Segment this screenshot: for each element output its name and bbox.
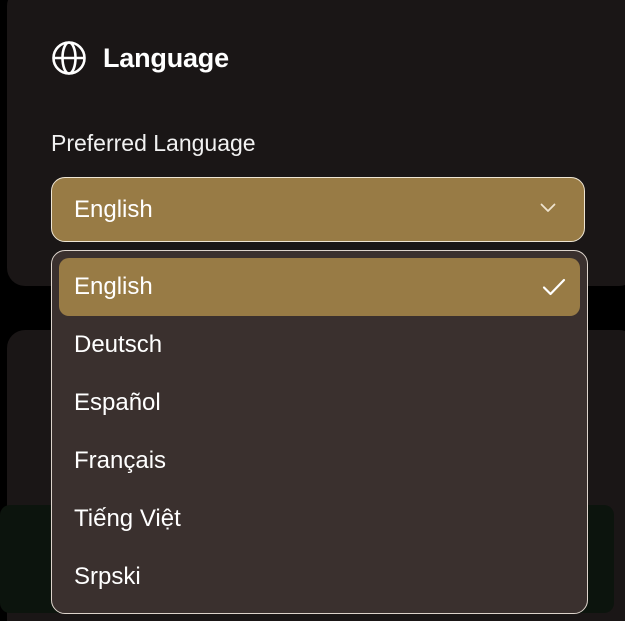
checkmark-icon bbox=[542, 278, 566, 296]
option-label: English bbox=[74, 273, 153, 300]
globe-icon bbox=[52, 41, 86, 75]
option-label: Srpski bbox=[74, 563, 141, 590]
language-option-francais[interactable]: Français bbox=[59, 432, 580, 490]
option-label: Español bbox=[74, 389, 161, 416]
language-select[interactable]: English bbox=[51, 177, 585, 242]
chevron-down-icon bbox=[540, 203, 556, 212]
language-settings-screen: Language Preferred Language English Engl… bbox=[0, 0, 625, 621]
language-option-espanol[interactable]: Español bbox=[59, 374, 580, 432]
section-header: Language bbox=[51, 40, 229, 76]
language-option-english[interactable]: English bbox=[59, 258, 580, 316]
language-option-deutsch[interactable]: Deutsch bbox=[59, 316, 580, 374]
language-option-srpski[interactable]: Srpski bbox=[59, 548, 580, 606]
option-label: Français bbox=[74, 447, 167, 474]
preferred-language-label: Preferred Language bbox=[51, 130, 256, 156]
language-dropdown-menu: English Deutsch Español Français Tiếng V… bbox=[51, 250, 588, 614]
option-label: Tiếng Việt bbox=[74, 505, 181, 532]
section-title: Language bbox=[103, 42, 229, 73]
language-option-tieng-viet[interactable]: Tiếng Việt bbox=[59, 490, 580, 548]
language-select-value: English bbox=[74, 195, 153, 223]
option-label: Deutsch bbox=[74, 331, 163, 358]
